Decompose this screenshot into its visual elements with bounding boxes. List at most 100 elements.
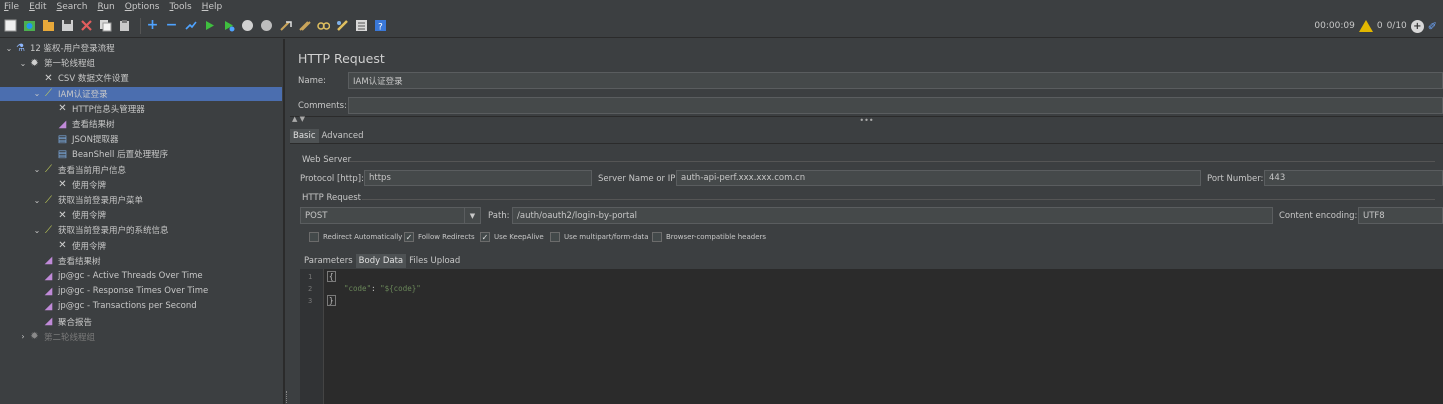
path-field[interactable]: /auth/oauth2/login-by-portal — [512, 207, 1273, 224]
tree-item-label: 第一轮线程组 — [44, 59, 96, 70]
shutdown-icon[interactable] — [259, 18, 274, 33]
tree-item[interactable]: ◢ 查看结果树 — [0, 117, 282, 131]
checkbox-box[interactable] — [309, 232, 319, 242]
expand-icon[interactable]: + — [145, 18, 160, 33]
follow-redirects-checkbox[interactable]: ✓ Follow Redirects — [404, 232, 475, 242]
tree-item[interactable]: ✕ 使用令牌 — [0, 239, 282, 253]
tab-divider — [290, 143, 1443, 144]
port-field[interactable]: 443 — [1264, 170, 1443, 186]
help-icon[interactable]: ? — [373, 18, 388, 33]
chevron-down-icon[interactable]: ▼ — [464, 208, 480, 223]
split-pane-divider[interactable]: ▲ ▼ ••• — [290, 115, 1443, 125]
tree-item[interactable]: ⌄ ⟋ 获取当前登录用户的系统信息 — [0, 223, 282, 237]
check-icon[interactable]: ✓ — [404, 232, 414, 242]
tree-item-label: jp@gc - Transactions per Second — [58, 301, 197, 312]
use-multipart-checkbox[interactable]: Use multipart/form-data — [550, 232, 649, 242]
tree-item[interactable]: ◢ jp@gc - Transactions per Second — [0, 299, 282, 313]
test-plan-tree[interactable]: ⌄ ⚗ 12 鉴权-用户登录流程 ⌄ ✹ 第一轮线程组 ✕ CSV 数据文件设置 ⌄ ⟋ IAM认证… — [0, 39, 284, 404]
reset-search-icon[interactable] — [335, 18, 350, 33]
save-icon[interactable] — [60, 18, 75, 33]
tree-item[interactable]: ⌄ ⚗ 12 鉴权-用户登录流程 — [0, 41, 282, 55]
line-number: 2 — [308, 285, 313, 293]
split-arrows[interactable]: ▲ ▼ — [292, 115, 305, 123]
menu-label: un — [103, 1, 115, 12]
chevron-down-icon[interactable]: ⌄ — [32, 226, 42, 235]
cut-icon[interactable] — [79, 18, 94, 33]
chevron-down-icon[interactable]: ⌄ — [32, 89, 42, 98]
check-icon[interactable]: ✓ — [480, 232, 490, 242]
chevron-right-icon[interactable]: › — [18, 332, 28, 341]
chevron-down-icon[interactable]: ⌄ — [32, 165, 42, 174]
menu-item[interactable]: Edit — [29, 2, 46, 12]
splitter-grip[interactable] — [286, 391, 289, 403]
function-helper-icon[interactable] — [354, 18, 369, 33]
paste-icon[interactable] — [117, 18, 132, 33]
tree-item[interactable]: ▤ BeanShell 后置处理程序 — [0, 147, 282, 161]
chevron-down-icon[interactable]: ⌄ — [32, 196, 42, 205]
copy-icon[interactable] — [98, 18, 113, 33]
browser-compatible-checkbox[interactable]: Browser-compatible headers — [652, 232, 766, 242]
scissors-icon: ✕ — [58, 240, 67, 252]
use-keepalive-checkbox[interactable]: ✓ Use KeepAlive — [480, 232, 544, 242]
start-no-pauses-icon[interactable] — [221, 18, 236, 33]
tab-advanced[interactable]: Advanced — [319, 129, 367, 143]
name-field[interactable]: IAM认证登录 — [348, 72, 1443, 89]
tree-item[interactable]: ⌄ ⟋ 获取当前登录用户菜单 — [0, 193, 282, 207]
tree-item[interactable]: ✕ CSV 数据文件设置 — [0, 71, 282, 85]
protocol-field[interactable]: https — [364, 170, 592, 186]
name-label: Name: — [298, 76, 326, 86]
menu-item[interactable]: File — [4, 2, 19, 12]
tree-item[interactable]: ⌄ ⟋ IAM认证登录 — [0, 86, 282, 101]
tree-item-label: 第二轮线程组 — [44, 332, 96, 343]
gear-icon: ✹ — [30, 331, 39, 343]
body-data-editor[interactable]: 1 2 3 { "code": "${code}" } — [300, 269, 1443, 404]
checkbox-box[interactable] — [550, 232, 560, 242]
tree-item[interactable]: ✕ 使用令牌 — [0, 178, 282, 192]
menu-item[interactable]: Tools — [169, 2, 191, 12]
log-viewer-icon[interactable]: ✐ — [1428, 20, 1437, 33]
tab-files-upload[interactable]: Files Upload — [406, 254, 463, 268]
stop-icon[interactable] — [240, 18, 255, 33]
sampler-icon: ⟋ — [45, 224, 52, 236]
tree-item[interactable]: ✕ 使用令牌 — [0, 208, 282, 222]
menu-item[interactable]: Options — [125, 2, 160, 12]
remote-hosts-icon[interactable]: + — [1410, 19, 1424, 33]
start-icon[interactable] — [202, 18, 217, 33]
warning-icon[interactable] — [1358, 20, 1373, 32]
tree-item[interactable]: ⌄ ⟋ 查看当前用户信息 — [0, 163, 282, 177]
chevron-down-icon[interactable]: ⌄ — [18, 59, 28, 68]
menu-item[interactable]: Run — [97, 2, 114, 12]
templates-icon[interactable] — [22, 18, 37, 33]
clear-icon[interactable] — [278, 18, 293, 33]
path-label: Path: — [488, 211, 510, 221]
tree-item[interactable]: ▤ JSON提取器 — [0, 132, 282, 146]
toggle-icon[interactable] — [183, 18, 198, 33]
tab-parameters[interactable]: Parameters — [301, 254, 356, 268]
open-icon[interactable] — [41, 18, 56, 33]
tree-item[interactable]: ⌄ ✹ 第一轮线程组 — [0, 56, 282, 70]
method-select[interactable]: POST ▼ — [300, 207, 481, 224]
tab-body-data[interactable]: Body Data — [355, 254, 407, 268]
tree-item[interactable]: ◢ jp@gc - Active Threads Over Time — [0, 269, 282, 283]
encoding-field[interactable]: UTF8 — [1358, 207, 1443, 224]
collapse-icon[interactable]: − — [164, 18, 179, 33]
comments-field[interactable] — [348, 97, 1443, 114]
server-field[interactable]: auth-api-perf.xxx.xxx.com.cn — [676, 170, 1201, 186]
sampler-icon: ⟋ — [45, 194, 52, 206]
tree-item[interactable]: ✕ HTTP信息头管理器 — [0, 102, 282, 116]
tab-basic[interactable]: Basic — [290, 129, 319, 143]
chevron-down-icon[interactable]: ⌄ — [4, 44, 14, 53]
redirect-automatically-checkbox[interactable]: Redirect Automatically — [309, 232, 402, 242]
menu-item[interactable]: Search — [57, 2, 88, 12]
tree-item[interactable]: ◢ 聚合报告 — [0, 315, 282, 329]
menu-item[interactable]: Help — [202, 2, 223, 12]
checkbox-label: Browser-compatible headers — [666, 233, 767, 241]
line-number: 1 — [308, 273, 313, 281]
tree-item[interactable]: ◢ jp@gc - Response Times Over Time — [0, 284, 282, 298]
search-icon[interactable] — [316, 18, 331, 33]
clear-all-icon[interactable] — [297, 18, 312, 33]
new-icon[interactable] — [3, 18, 18, 33]
checkbox-box[interactable] — [652, 232, 662, 242]
tree-item[interactable]: ◢ 查看结果树 — [0, 254, 282, 268]
tree-item[interactable]: › ✹ 第二轮线程组 — [0, 330, 282, 344]
